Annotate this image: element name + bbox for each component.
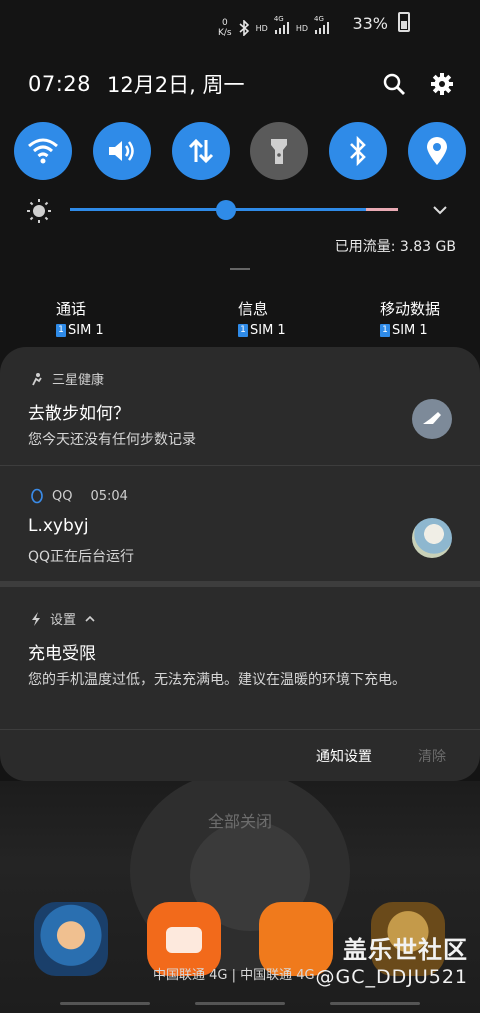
sim-name: SIM 1 [249,323,286,338]
qq-contact-avatar [412,518,452,558]
speaker-icon [108,141,134,161]
sim-name: SIM 1 [391,323,428,338]
notification-body: 您的手机温度过低，无法充满电。建议在温暖的环境下充电。 [28,672,406,688]
notification-body: 您今天还没有任何步数记录 [28,432,196,448]
gear-icon[interactable] [430,72,454,96]
search-icon[interactable] [382,72,406,96]
sim-name: SIM 1 [68,323,104,338]
samsung-health-icon [32,372,42,385]
signal-2-icon [315,22,329,34]
sim-messages[interactable]: 信息 1 SIM 1 [237,298,286,338]
flashlight-icon [271,139,288,164]
net-speed: 0 K/s [218,18,232,38]
hd-label-2: HD [295,23,308,33]
nav-back-bar[interactable] [330,1002,420,1005]
sim-badge: 1 [237,324,248,337]
signal-2: 4G [314,15,330,35]
notification-qq[interactable]: QQ 05:04 L.xybyj QQ正在后台运行 [0,465,480,581]
battery-percent: 33% [352,14,388,33]
lightning-icon [32,611,40,626]
notification-settings-button[interactable]: 通知设置 [316,746,372,766]
chevron-up-icon[interactable] [84,613,96,625]
notification-title: 去散步如何？ [28,404,130,424]
bluetooth-icon [239,20,249,36]
watermark-handle: @GC_DDJU521 [315,966,468,988]
quick-settings-tiles [14,122,466,180]
nav-recents-bar[interactable] [60,1002,150,1005]
clock[interactable]: 07:28 [28,72,91,96]
brightness-sun-icon [27,199,51,223]
shoe-icon-avatar [412,399,452,439]
brightness-high-indicator [366,208,398,211]
notification-app-name: 三星健康 [52,373,105,388]
notification-title: L.xybyj [28,516,89,536]
sim-calls-label: 通话 [56,300,87,318]
mobile-data-tile[interactable] [171,122,230,180]
location-pin-icon [426,137,447,165]
drag-handle[interactable] [230,268,250,270]
carrier-text: 中国联通 4G | 中国联通 4G [153,968,315,983]
notification-settings-charging[interactable]: 设置 充电受限 您的手机温度过低，无法充满电。建议在温暖的环境下充电。 [0,587,480,729]
notification-actions: 通知设置 清除 [0,729,480,781]
data-usage-text: 已用流量: 3.83 GB [334,239,456,255]
bluetooth-tile[interactable] [329,122,388,180]
date[interactable]: 12月2日, 周一 [107,69,244,99]
sim-mobile-data[interactable]: 移动数据 1 SIM 1 [379,298,440,338]
taobao-logo-icon [166,927,202,953]
bluetooth-icon [350,136,367,166]
chevron-down-icon[interactable] [430,200,450,220]
shoe-icon [423,412,441,424]
signal-1: 4G [274,15,290,35]
wifi-icon [28,138,58,164]
clash-royale-app-icon[interactable] [34,902,108,976]
notification-app-name: 设置 [50,613,77,628]
notification-time: 05:04 [90,488,128,504]
hd-label: HD [255,23,268,33]
notification-title: 充电受限 [28,644,96,664]
watermark-title: 盖乐世社区 [343,936,468,964]
flashlight-tile[interactable] [250,122,309,180]
location-tile[interactable] [407,122,466,180]
sound-tile[interactable] [92,122,151,180]
data-arrows-icon [188,138,213,164]
notification-panel: 三星健康 去散步如何？ 您今天还没有任何步数记录 QQ 05:04 L.xyby… [0,347,480,781]
brightness-slider-thumb[interactable] [216,200,236,220]
sim-badge: 1 [56,324,66,337]
signal-1-icon [274,22,289,34]
status-bar: 0 K/s HD 4G HD 4G 33% [218,12,410,38]
sim-mobile-data-label: 移动数据 [379,300,440,318]
sim-calls[interactable]: 通话 1 SIM 1 [56,298,104,338]
notification-body: QQ正在后台运行 [28,549,135,565]
notification-samsung-health[interactable]: 三星健康 去散步如何？ 您今天还没有任何步数记录 [0,347,480,464]
notification-app-name: QQ [52,488,73,504]
clear-button[interactable]: 清除 [418,746,446,766]
close-all-button[interactable]: 全部关闭 [0,808,480,832]
panel-header: 07:28 12月2日, 周一 [28,70,454,98]
nav-home-bar[interactable] [195,1002,285,1005]
sim-messages-label: 信息 [237,300,268,318]
qq-penguin-icon [31,488,43,504]
wifi-tile[interactable] [14,122,72,180]
battery-icon [398,12,410,32]
brightness-control [26,196,450,224]
sim-badge: 1 [379,324,390,337]
sim-settings-row: 通话 1 SIM 1 信息 1 SIM 1 移动数据 1 SIM 1 [56,298,440,338]
